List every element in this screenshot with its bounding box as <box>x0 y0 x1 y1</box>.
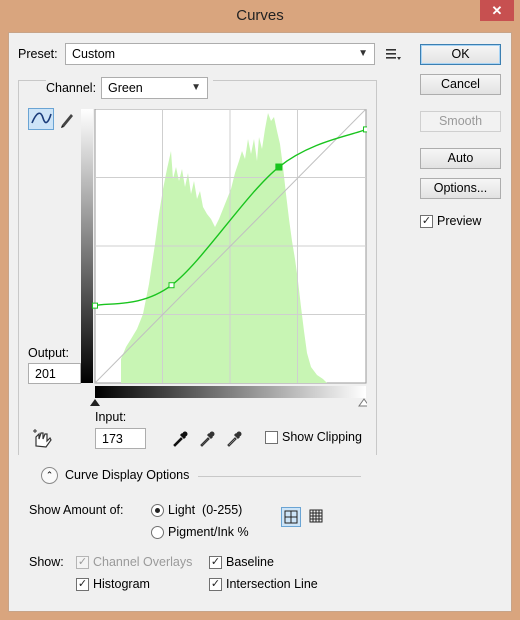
white-eyedropper-icon[interactable] <box>224 429 244 449</box>
gray-eyedropper-icon[interactable] <box>197 429 217 449</box>
histogram-checkbox[interactable]: ✓ <box>76 578 89 591</box>
input-field[interactable]: 173 <box>95 428 146 449</box>
pigment-radio[interactable] <box>151 526 164 539</box>
input-label: Input: <box>95 410 127 424</box>
white-point-slider[interactable] <box>358 398 370 407</box>
group-border-top-right <box>213 80 377 81</box>
curve-display-options-label: Curve Display Options <box>65 468 190 482</box>
curve-control-point[interactable] <box>92 302 98 309</box>
intersection-line-checkbox[interactable]: ✓ <box>209 578 222 591</box>
channel-value: Green <box>108 81 143 95</box>
preset-label: Preset: <box>18 47 58 61</box>
curves-dialog: Curves ✕ Preset: Custom ▼ OK Cancel Smoo… <box>0 0 520 620</box>
light-radio[interactable] <box>151 504 164 517</box>
chevron-down-icon: ▼ <box>191 82 201 93</box>
show-label: Show: <box>29 555 64 569</box>
dialog-body: Preset: Custom ▼ OK Cancel Smooth Auto O… <box>8 32 512 612</box>
curve-control-point[interactable] <box>363 126 369 133</box>
black-eyedropper-icon[interactable] <box>170 429 190 449</box>
baseline-checkbox[interactable]: ✓ <box>209 556 222 569</box>
input-gradient-bar <box>95 386 366 398</box>
curve-tool-icon[interactable] <box>28 108 54 130</box>
detailed-grid-icon[interactable] <box>307 507 327 527</box>
output-field[interactable]: 201 <box>28 363 81 384</box>
smooth-button[interactable]: Smooth <box>420 111 501 132</box>
chevron-down-icon: ▼ <box>358 48 368 59</box>
output-label: Output: <box>28 346 69 360</box>
preview-label: Preview <box>437 214 482 228</box>
curve-control-point[interactable] <box>168 282 175 289</box>
curves-graph[interactable] <box>81 108 370 409</box>
channel-overlays-checkbox[interactable]: ✓ <box>76 556 89 569</box>
black-point-slider[interactable] <box>90 399 100 406</box>
preview-checkbox[interactable]: ✓ <box>420 215 433 228</box>
intersection-line-label: Intersection Line <box>226 577 318 591</box>
collapse-chevron-icon[interactable]: ⌃ <box>41 467 58 484</box>
group-border-left <box>18 80 19 455</box>
channel-label: Channel: <box>46 81 97 95</box>
channel-dropdown[interactable]: Green ▼ <box>101 77 208 99</box>
show-amount-label: Show Amount of: <box>29 503 124 517</box>
auto-button[interactable]: Auto <box>420 148 501 169</box>
presets-menu-icon[interactable] <box>384 46 402 62</box>
cancel-button[interactable]: Cancel <box>420 74 501 95</box>
ok-button[interactable]: OK <box>420 44 501 65</box>
options-button[interactable]: Options... <box>420 178 501 199</box>
close-button[interactable]: ✕ <box>480 0 514 21</box>
pencil-icon[interactable] <box>57 108 77 130</box>
group-border-right <box>376 80 377 455</box>
pigment-radio-label: Pigment/Ink % <box>168 525 249 539</box>
output-gradient-bar <box>81 109 93 383</box>
channel-overlays-label: Channel Overlays <box>93 555 193 569</box>
simple-grid-icon[interactable] <box>281 507 301 527</box>
light-radio-label: Light (0-255) <box>168 503 243 517</box>
curve-control-point[interactable] <box>275 163 283 171</box>
window-title: Curves <box>236 7 284 24</box>
show-clipping-label: Show Clipping <box>282 430 362 444</box>
preset-value: Custom <box>72 47 116 61</box>
targeted-adjust-hand-icon[interactable] <box>31 428 55 450</box>
group-border-top-left <box>18 80 46 81</box>
title-bar[interactable]: Curves ✕ <box>0 0 520 32</box>
show-clipping-checkbox[interactable] <box>265 431 278 444</box>
section-divider <box>198 476 361 477</box>
histogram-label: Histogram <box>93 577 150 591</box>
preset-dropdown[interactable]: Custom ▼ <box>65 43 375 65</box>
baseline-label: Baseline <box>226 555 274 569</box>
